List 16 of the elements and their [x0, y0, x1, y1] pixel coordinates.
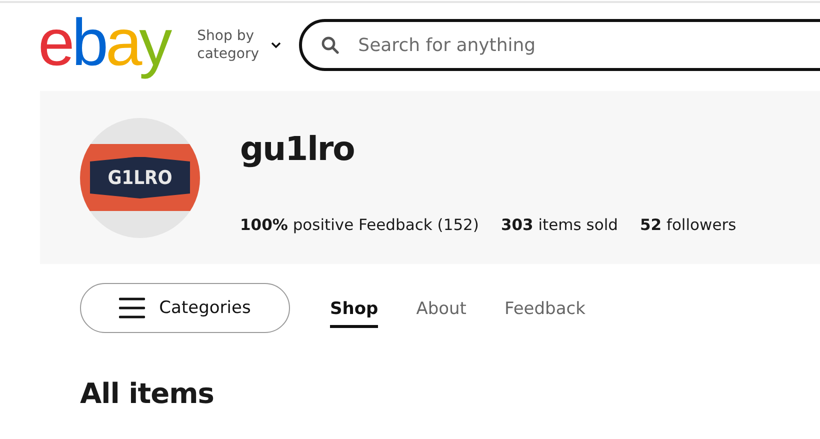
followers-stat: 52 followers: [640, 216, 736, 234]
search-field[interactable]: Search for anything: [299, 19, 820, 71]
store-tab[interactable]: Shop: [330, 291, 378, 328]
shop-by-category-link[interactable]: Shop by category: [197, 27, 262, 63]
categories-button[interactable]: Categories: [80, 283, 290, 333]
menu-icon: [119, 297, 146, 319]
store-tab[interactable]: About: [416, 291, 466, 328]
seller-name: gu1lro: [240, 129, 356, 168]
feedback-stat: 100% positive Feedback (152): [240, 216, 479, 234]
items-sold-stat: 303 items sold: [500, 216, 618, 234]
section-heading: All items: [80, 377, 215, 410]
search-icon: [321, 36, 340, 54]
chevron-down-icon: [271, 42, 282, 48]
ebay-logo[interactable]: ebay: [36, 3, 178, 86]
store-logo-text: G1LRO: [90, 156, 190, 198]
store-tab[interactable]: Feedback: [504, 291, 586, 328]
